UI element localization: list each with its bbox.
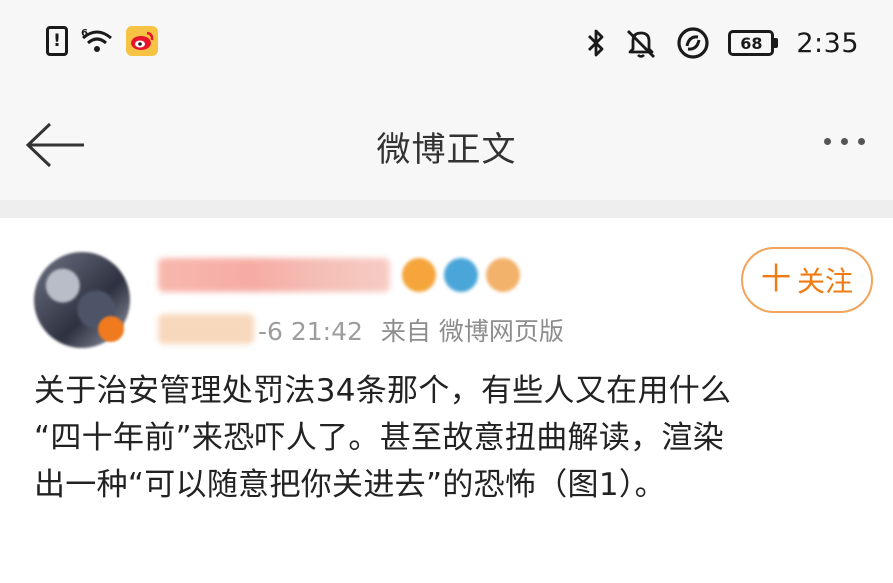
section-divider xyxy=(0,200,893,218)
post-card: -6 21:42 来自 微博网页版 十 关注 关于治安管理处罚法34条那个，有些人… xyxy=(0,218,893,583)
follow-label: 关注 xyxy=(796,265,853,298)
wifi-6-icon: 6 xyxy=(80,26,114,56)
verified-badge-icon xyxy=(98,316,124,342)
clock: 2:35 xyxy=(796,27,859,59)
more-options-icon[interactable] xyxy=(824,138,865,145)
mute-icon xyxy=(624,27,658,59)
fan-badge-icon xyxy=(486,258,520,292)
post-time: -6 21:42 xyxy=(258,317,363,346)
post-meta: -6 21:42 来自 微博网页版 xyxy=(258,312,564,348)
plus-icon: 十 xyxy=(760,262,791,297)
post-body-text: 关于治安管理处罚法34条那个，有些人又在用什么 “四十年前”来恐吓人了。甚至故意… xyxy=(34,373,732,503)
post-source: 来自 微博网页版 xyxy=(380,317,564,346)
sim-alert-icon: ! xyxy=(46,26,68,56)
page-title: 微博正文 xyxy=(376,130,517,170)
svg-text:6: 6 xyxy=(81,28,88,39)
bluetooth-icon xyxy=(586,27,606,59)
status-bar-left: ! 6 xyxy=(46,26,158,56)
globe-badge-icon xyxy=(444,258,478,292)
follow-button[interactable]: 十 关注 xyxy=(741,247,873,313)
ring-icon xyxy=(676,26,710,60)
battery-icon: 68 xyxy=(728,30,779,56)
fan-label-blurred xyxy=(158,314,254,344)
vip-crown-icon xyxy=(402,258,436,292)
member-badges xyxy=(402,258,520,292)
status-bar-right: 68 2:35 xyxy=(586,26,859,60)
username-blurred[interactable] xyxy=(158,258,390,292)
nav-bar: 微博正文 xyxy=(0,92,893,200)
weibo-app-icon xyxy=(126,26,158,56)
status-bar: ! 6 68 2:35 xyxy=(0,0,893,92)
